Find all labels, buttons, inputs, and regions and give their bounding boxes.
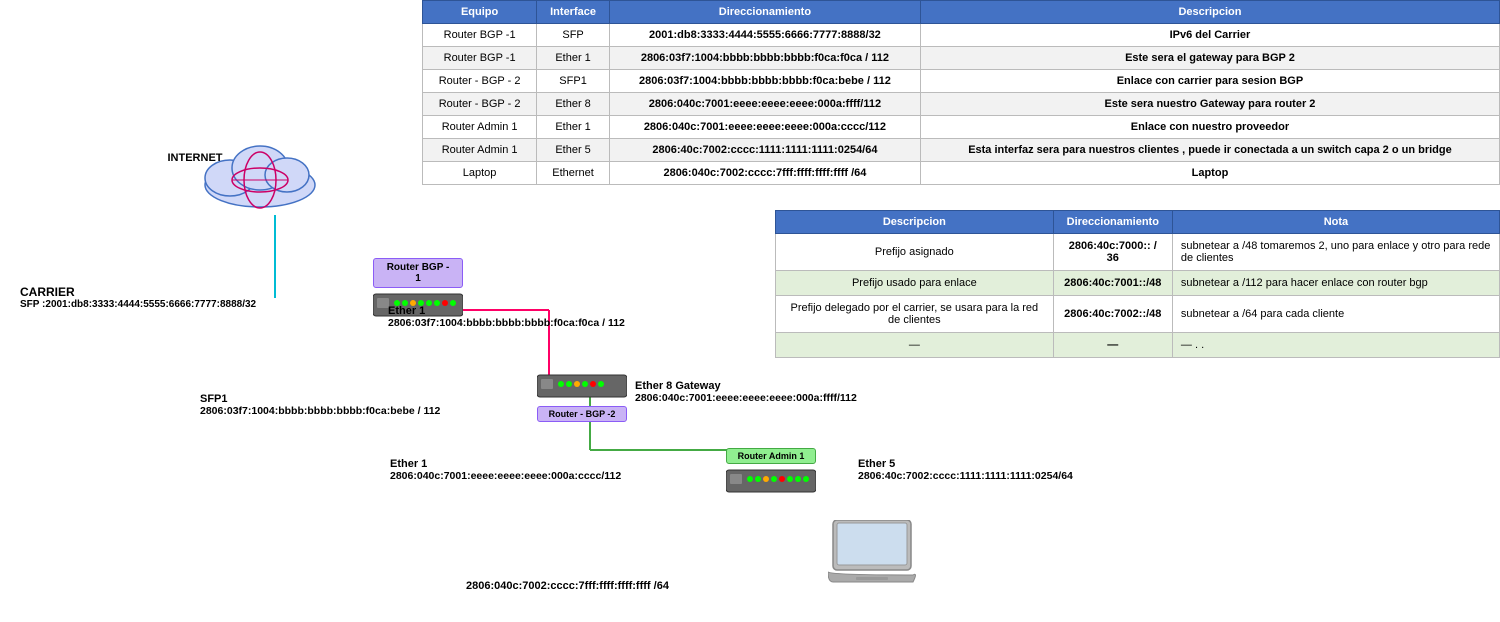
cell2-descripcion: Prefijo asignado [776,234,1054,271]
cell2-direccionamiento: 2806:40c:7000:: / 36 [1053,234,1172,271]
admin1-ether5-label: Ether 5 2806:40c:7002:cccc:1111:1111:111… [858,458,1073,482]
cell2-nota: subnetear a /64 para cada cliente [1172,296,1499,333]
col2-nota: Nota [1172,211,1499,234]
carrier-label: CARRIER SFP :2001:db8:3333:4444:5555:666… [20,285,256,310]
cell2-nota: subnetear a /48 tomaremos 2, uno para en… [1172,234,1499,271]
cell-descripcion: IPv6 del Carrier [920,24,1499,47]
router-admin1-icon [726,468,816,494]
laptop-eth-label: 2806:040c:7002:cccc:7fff:ffff:ffff:ffff … [466,580,669,592]
laptop-svg [828,520,918,585]
cell-descripcion: Enlace con nuestro proveedor [920,116,1499,139]
cell-descripcion: Enlace con carrier para sesion BGP [920,70,1499,93]
cell2-nota: — . . [1172,333,1499,358]
network-diagram: INTERNET CARRIER SFP :2001:db8:3333:4444… [0,0,770,622]
table-row: Prefijo asignado2806:40c:7000:: / 36subn… [776,234,1500,271]
router-admin1: Router Admin 1 [726,448,816,497]
bgp1-ether1-label: Ether 1 2806:03f7:1004:bbbb:bbbb:bbbb:f0… [388,305,625,329]
cell-descripcion: Laptop [920,162,1499,185]
col2-direccionamiento: Direccionamiento [1053,211,1172,234]
router-bgp2: Router - BGP -2 [537,373,627,426]
cell2-nota: subnetear a /112 para hacer enlace con r… [1172,271,1499,296]
cell2-descripcion: Prefijo delegado por el carrier, se usar… [776,296,1054,333]
cell2-descripcion: Prefijo usado para enlace [776,271,1054,296]
table-row: ——— . . [776,333,1500,358]
cell-descripcion: Este sera el gateway para BGP 2 [920,47,1499,70]
cloud-svg [195,130,325,210]
cell2-direccionamiento: 2806:40c:7001::/48 [1053,271,1172,296]
col-descripcion: Descripcion [920,1,1499,24]
cell2-descripcion: — [776,333,1054,358]
bgp2-sfp1-label: SFP1 2806:03f7:1004:bbbb:bbbb:bbbb:f0ca:… [200,393,440,417]
admin1-ether1-label: Ether 1 2806:040c:7001:eeee:eeee:eeee:00… [390,458,621,482]
router-bgp2-icon [537,373,627,399]
cell2-direccionamiento: — [1053,333,1172,358]
laptop-icon [828,520,918,588]
cell2-direccionamiento: 2806:40c:7002::/48 [1053,296,1172,333]
router-bgp2-label: Router - BGP -2 [537,406,627,422]
cell-descripcion: Este sera nuestro Gateway para router 2 [920,93,1499,116]
router-bgp1-label: Router BGP - 1 [373,258,463,288]
bgp2-ether8-label: Ether 8 Gateway 2806:040c:7001:eeee:eeee… [635,380,857,404]
cell-descripcion: Esta interfaz sera para nuestros cliente… [920,139,1499,162]
second-table-section: Descripcion Direccionamiento Nota Prefij… [775,210,1500,358]
internet-cloud: INTERNET [195,130,325,215]
internet-label: INTERNET [130,152,260,164]
second-table: Descripcion Direccionamiento Nota Prefij… [775,210,1500,358]
router-admin1-label: Router Admin 1 [726,448,816,464]
table-row: Prefijo delegado por el carrier, se usar… [776,296,1500,333]
table-row: Prefijo usado para enlace2806:40c:7001::… [776,271,1500,296]
col2-descripcion: Descripcion [776,211,1054,234]
